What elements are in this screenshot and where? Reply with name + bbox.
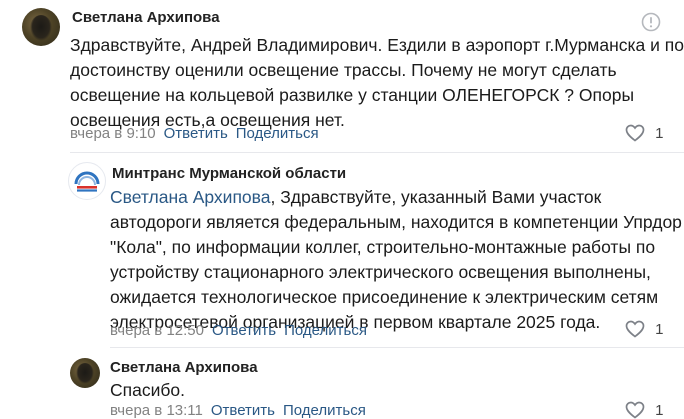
reply-button[interactable]: Ответить (164, 125, 228, 142)
comment-text: Здравствуйте, Андрей Владимирович. Ездил… (70, 33, 684, 133)
reply-button[interactable]: Ответить (211, 402, 275, 419)
comment-text-line: Спасибо. (110, 380, 185, 400)
like-button[interactable]: 1 (625, 124, 664, 142)
comment-text-line: освещение на кольцевой развилке у станци… (70, 85, 635, 105)
like-count: 1 (655, 402, 664, 419)
comment-text-line: "Кола", по информации коллег, строительн… (110, 237, 656, 257)
comment-text: Спасибо. (110, 378, 185, 403)
mention-link[interactable]: Светлана Архипова (110, 187, 271, 207)
heart-icon (625, 320, 645, 338)
like-count: 1 (655, 321, 664, 338)
comment-text-line: ожидается технологическое присоединение … (110, 287, 659, 307)
comment-meta: вчера в 13:11 Ответить Поделиться (110, 402, 366, 419)
reply-button[interactable]: Ответить (212, 322, 276, 339)
divider (70, 152, 684, 153)
comment-time[interactable]: вчера в 9:10 (70, 125, 156, 142)
like-button[interactable]: 1 (625, 320, 664, 338)
comment-text-line: Светлана Архипова, Здравствуйте, указанн… (110, 185, 680, 210)
comment-text-line: автодороги является федеральным, находит… (110, 212, 682, 232)
like-button[interactable]: 1 (625, 401, 664, 419)
comment-meta: вчера в 12:50 Ответить Поделиться (110, 322, 367, 339)
avatar[interactable] (70, 358, 100, 388)
share-button[interactable]: Поделиться (236, 125, 319, 142)
comment-text-fragment: , Здравствуйте, указанный Вами участок (270, 187, 602, 207)
comment-author[interactable]: Светлана Архипова (72, 9, 220, 26)
heart-icon (625, 124, 645, 142)
share-button[interactable]: Поделиться (284, 322, 367, 339)
report-icon[interactable] (641, 12, 661, 32)
mintrans-logo-icon (70, 164, 104, 198)
comment-text-line: Здравствуйте, Андрей Владимирович. Ездил… (70, 35, 684, 55)
divider (110, 347, 684, 348)
heart-icon (625, 401, 645, 419)
comment-text: Светлана Архипова, Здравствуйте, указанн… (110, 185, 682, 335)
comment-time[interactable]: вчера в 12:50 (110, 322, 204, 339)
comment-meta: вчера в 9:10 Ответить Поделиться (70, 125, 319, 142)
avatar[interactable] (68, 162, 106, 200)
comment-author[interactable]: Минтранс Мурманской области (112, 165, 346, 182)
comment-time[interactable]: вчера в 13:11 (110, 402, 203, 419)
share-button[interactable]: Поделиться (283, 402, 366, 419)
like-count: 1 (655, 125, 664, 142)
comment-text-line: устройству стационарного электрического … (110, 262, 651, 282)
avatar[interactable] (22, 8, 60, 46)
comment-author[interactable]: Светлана Архипова (110, 359, 258, 376)
comment-text-line: достоинству оценили освещение трассы. По… (70, 60, 617, 80)
